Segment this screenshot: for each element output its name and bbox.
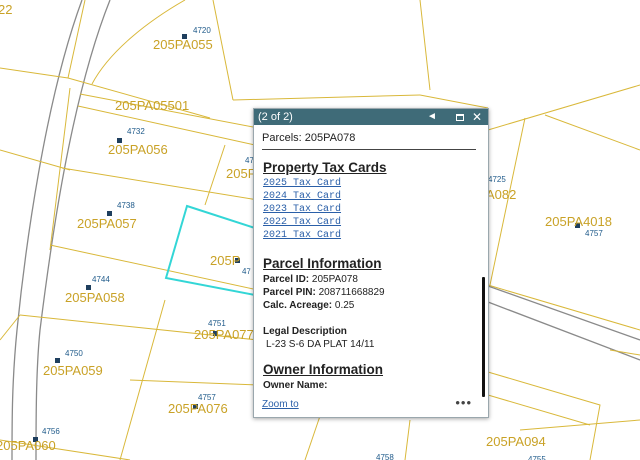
tax-cards-heading: Property Tax Cards (263, 160, 387, 175)
parcel-label: 205PA057 (77, 216, 137, 231)
parcel-id-row: Parcel ID: 205PA078 (263, 273, 476, 286)
parcel-label: A082 (486, 187, 516, 202)
parcel-label: 205PA05501 (115, 98, 189, 113)
popup-title: Parcels: 205PA078 (262, 132, 476, 150)
popup-scrollbar[interactable] (482, 277, 485, 397)
parcel-label: 205PA4018 (545, 214, 612, 229)
popup-footer: Zoom to ••• (262, 395, 480, 413)
address-number: 4758 (376, 453, 394, 460)
tax-card-link-2025[interactable]: 2025 Tax Card (263, 177, 476, 190)
parcel-label: 205P (226, 166, 256, 181)
parcel-label: 205PA058 (65, 290, 125, 305)
acreage-value: 0.25 (332, 300, 355, 311)
parcel-label: 205PA076 (168, 401, 228, 416)
address-number: 4720 (193, 26, 211, 35)
tax-card-link-2023[interactable]: 2023 Tax Card (263, 203, 476, 216)
legal-description-label: Legal Description (263, 326, 347, 337)
zoom-to-link[interactable]: Zoom to (262, 399, 299, 410)
parcel-label: 205PA060 (0, 438, 56, 453)
parcel-label: 205PA094 (486, 434, 546, 449)
feature-counter: (2 of 2) (258, 111, 293, 123)
parcel-popup: (2 of 2) ◄ ✕ Parcels: 205PA078 Property … (253, 108, 489, 418)
parcel-info-heading: Parcel Information (263, 256, 382, 271)
tax-card-link-2022[interactable]: 2022 Tax Card (263, 216, 476, 229)
acreage-label: Calc. Acreage: (263, 300, 333, 311)
parcel-id-value: 205PA078 (309, 274, 358, 285)
popup-header: (2 of 2) ◄ ✕ (254, 109, 488, 125)
parcel-label: 205PA055 (153, 37, 213, 52)
maximize-button[interactable] (453, 110, 467, 124)
parcel-pin-label: Parcel PIN: (263, 287, 316, 298)
acreage-row: Calc. Acreage: 0.25 (263, 299, 476, 312)
selected-parcel-outline[interactable] (164, 204, 256, 297)
parcel-label: 205PA056 (108, 142, 168, 157)
parcel-label: 22 (0, 2, 12, 17)
maximize-icon (456, 113, 464, 121)
close-button[interactable]: ✕ (470, 110, 484, 124)
popup-body[interactable]: Parcels: 205PA078 Property Tax Cards 202… (262, 131, 476, 397)
previous-feature-button[interactable]: ◄ (425, 110, 439, 124)
tax-card-link-2021[interactable]: 2021 Tax Card (263, 229, 476, 242)
address-number: 4725 (488, 175, 506, 184)
parcel-pin-value: 208711668829 (315, 287, 385, 298)
parcel-label: 205PA059 (43, 363, 103, 378)
more-actions-button[interactable]: ••• (455, 395, 472, 410)
address-number: 4755 (528, 455, 546, 460)
parcel-label: 205P (210, 253, 240, 268)
owner-name-label: Owner Name: (263, 380, 328, 391)
parcel-id-label: Parcel ID: (263, 274, 310, 285)
address-number: 4744 (92, 275, 110, 284)
owner-info-heading: Owner Information (263, 362, 384, 377)
address-number: 4738 (117, 201, 135, 210)
parcel-label: 205PA077 (194, 327, 254, 342)
parcel-pin-row: Parcel PIN: 208711668829 (263, 286, 476, 299)
address-number: 4750 (65, 349, 83, 358)
legal-description-value: L-23 S-6 DA PLAT 14/11 (266, 339, 375, 350)
tax-card-link-2024[interactable]: 2024 Tax Card (263, 190, 476, 203)
address-number: 4757 (585, 229, 603, 238)
address-number: 4732 (127, 127, 145, 136)
address-number: 4756 (42, 427, 60, 436)
